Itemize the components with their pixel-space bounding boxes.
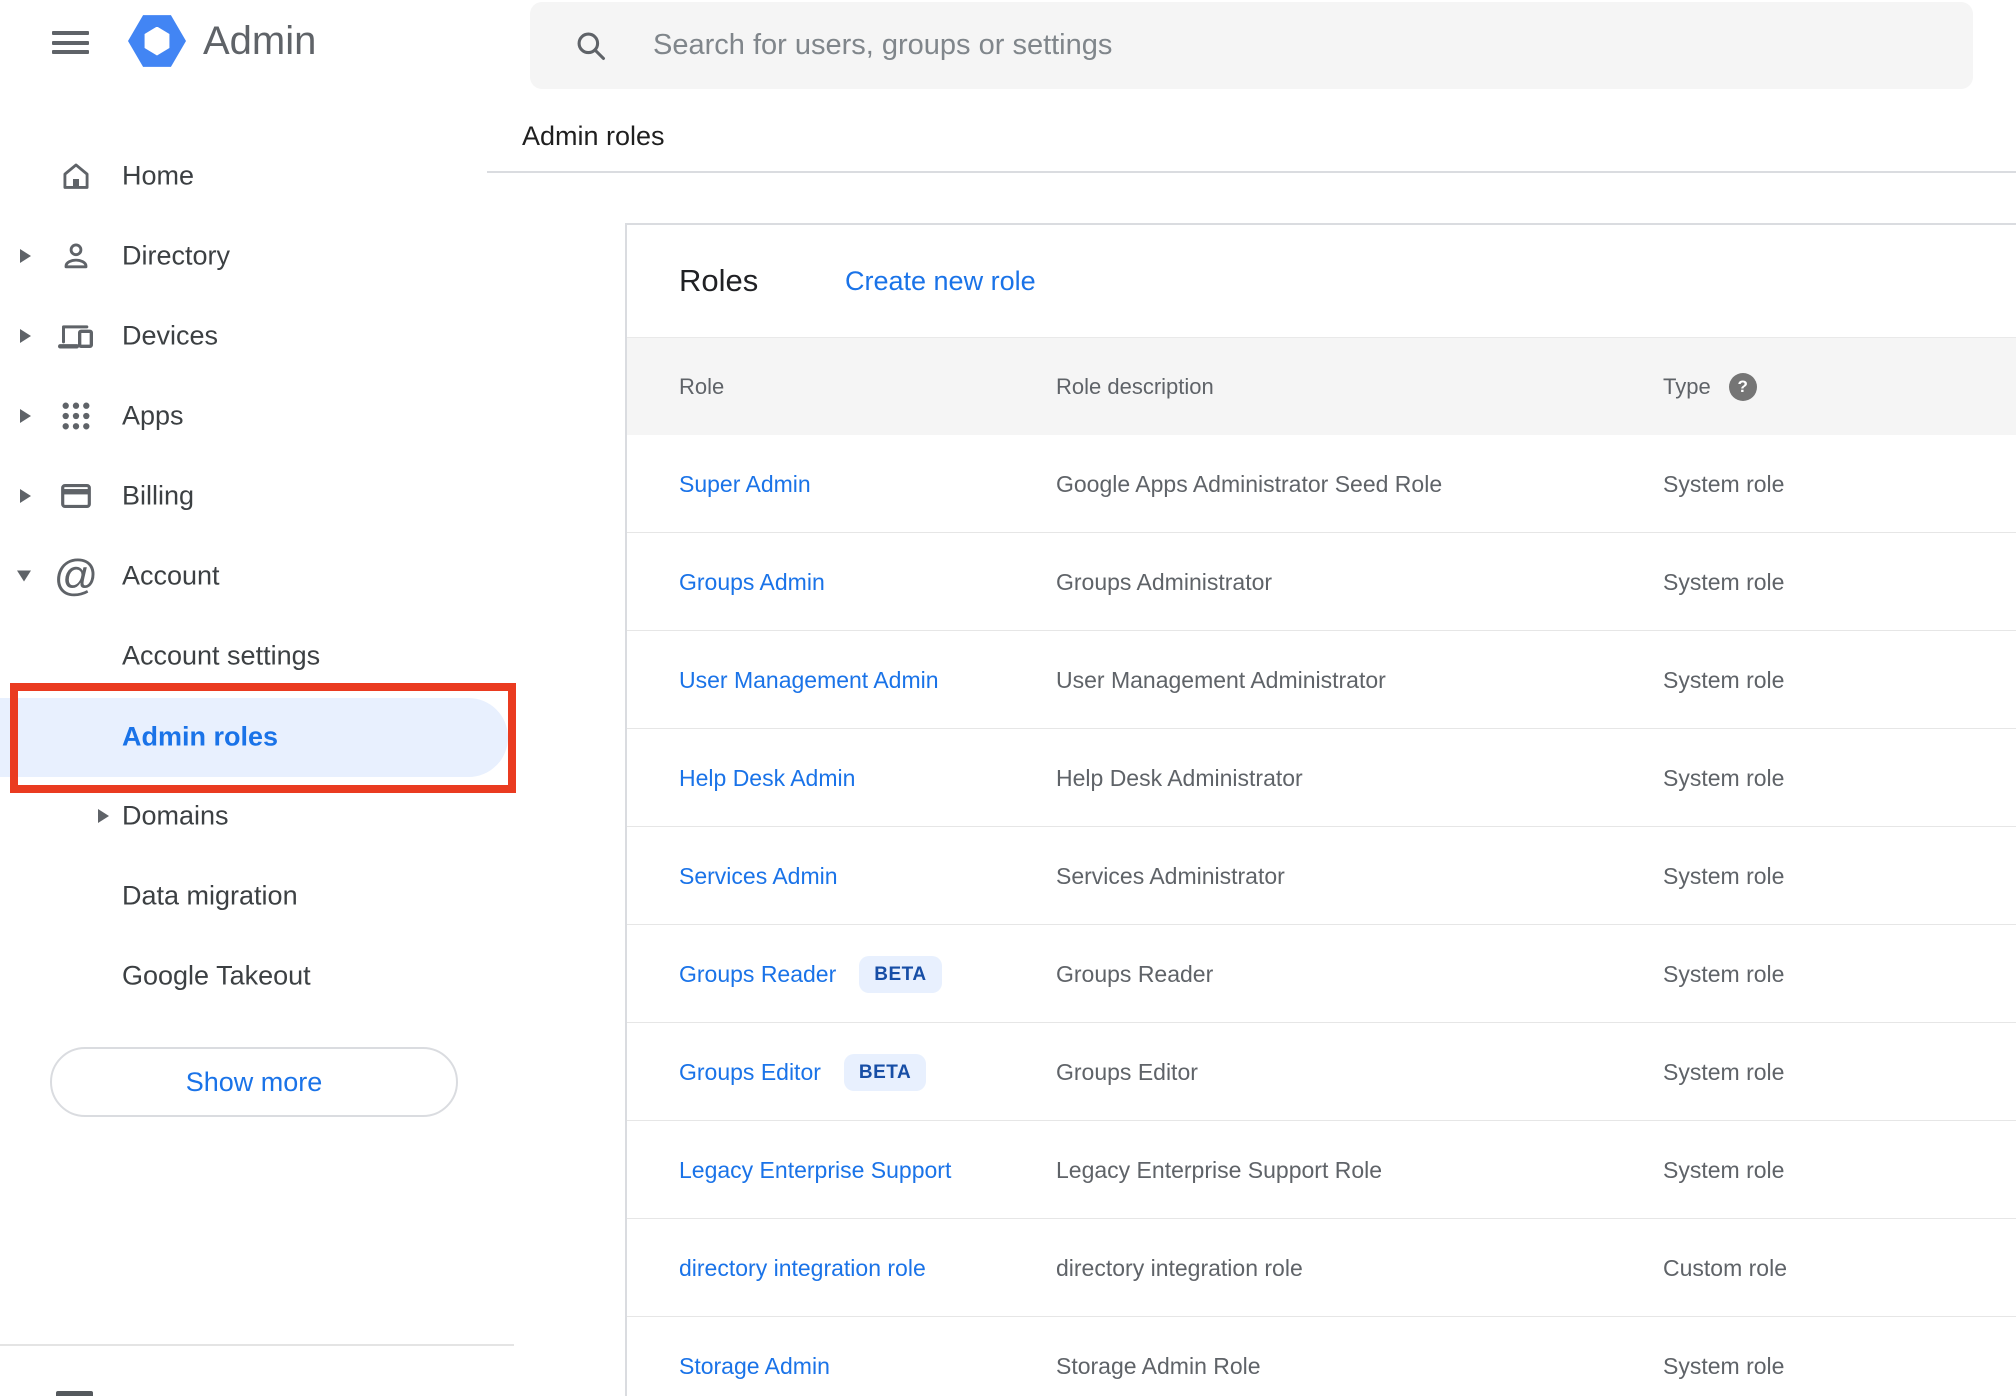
search-input[interactable]	[651, 28, 1851, 63]
at-icon: @	[53, 551, 99, 600]
role-type: System role	[1663, 1352, 1785, 1379]
table-row: Groups Reader BETA Groups Reader System r…	[627, 925, 2016, 1023]
sidebar-item-label: Data migration	[122, 880, 298, 911]
devices-icon	[56, 316, 96, 356]
role-link[interactable]: User Management Admin	[679, 667, 939, 694]
billing-card-icon	[56, 476, 96, 516]
sidebar-item-data-migration[interactable]: Data migration	[0, 856, 514, 936]
hamburger-menu-icon[interactable]	[52, 31, 89, 54]
role-type: System role	[1663, 764, 1785, 791]
role-description: Groups Reader	[1056, 960, 1214, 987]
expand-arrow-icon[interactable]	[20, 489, 31, 503]
sidebar-item-google-takeout[interactable]: Google Takeout	[0, 936, 514, 1016]
role-description: User Management Administrator	[1056, 666, 1386, 693]
table-row: directory integration role directory int…	[627, 1219, 2016, 1317]
sidebar-bottom-divider	[0, 1344, 514, 1346]
role-type: System role	[1663, 568, 1785, 595]
collapse-arrow-icon[interactable]	[17, 570, 31, 582]
beta-badge: BETA	[843, 1053, 927, 1091]
table-header-row: Role Role description Type ?	[627, 337, 2016, 435]
home-icon	[56, 156, 96, 196]
column-header-role-description: Role description	[1056, 374, 1214, 399]
sidebar-item-label: Domains	[122, 800, 229, 831]
column-header-type: Type ?	[1663, 338, 1757, 436]
column-header-role: Role	[679, 374, 725, 399]
role-link[interactable]: directory integration role	[679, 1255, 926, 1282]
clipped-bottom-icon	[56, 1391, 93, 1396]
role-description: Services Administrator	[1056, 862, 1285, 889]
breadcrumb: Admin roles	[522, 121, 665, 151]
help-icon[interactable]: ?	[1728, 373, 1757, 401]
expand-arrow-icon[interactable]	[98, 809, 109, 823]
role-description: Groups Editor	[1056, 1058, 1198, 1085]
sidebar: Admin Home Directory Devices Apps Billin…	[0, 0, 516, 1396]
brand-title: Admin	[203, 18, 317, 63]
role-link[interactable]: Help Desk Admin	[679, 765, 855, 792]
table-row: Super Admin Google Apps Administrator Se…	[627, 435, 2016, 533]
sidebar-item-label: Account settings	[122, 640, 321, 671]
roles-card-title: Roles	[679, 263, 759, 298]
sidebar-item-label: Google Takeout	[122, 960, 311, 991]
role-link[interactable]: Groups Editor	[679, 1059, 821, 1086]
role-type: System role	[1663, 960, 1785, 987]
expand-arrow-icon[interactable]	[20, 249, 31, 263]
sidebar-item-label: Billing	[122, 480, 195, 511]
role-description: Groups Administrator	[1056, 568, 1273, 595]
create-new-role-link[interactable]: Create new role	[845, 225, 1036, 337]
table-row: Help Desk Admin Help Desk Administrator …	[627, 729, 2016, 827]
person-icon	[56, 236, 96, 276]
table-row: Groups Admin Groups Administrator System…	[627, 533, 2016, 631]
role-description: directory integration role	[1056, 1254, 1303, 1281]
roles-table-body: Super Admin Google Apps Administrator Se…	[627, 435, 2016, 1396]
role-description: Legacy Enterprise Support Role	[1056, 1156, 1383, 1183]
table-row: User Management Admin User Management Ad…	[627, 631, 2016, 729]
table-row: Services Admin Services Administrator Sy…	[627, 827, 2016, 925]
role-link[interactable]: Storage Admin	[679, 1353, 830, 1380]
roles-card: Roles Create new role Role Role descript…	[625, 223, 2016, 1396]
sidebar-item-directory[interactable]: Directory	[0, 216, 514, 296]
role-description: Help Desk Administrator	[1056, 764, 1303, 791]
table-row: Legacy Enterprise Support Legacy Enterpr…	[627, 1121, 2016, 1219]
role-description: Google Apps Administrator Seed Role	[1056, 470, 1443, 497]
role-link[interactable]: Legacy Enterprise Support	[679, 1157, 951, 1184]
sidebar-item-label: Home	[122, 160, 195, 191]
role-description: Storage Admin Role	[1056, 1352, 1261, 1379]
role-link[interactable]: Services Admin	[679, 863, 838, 890]
apps-grid-icon	[56, 396, 96, 436]
sidebar-item-apps[interactable]: Apps	[0, 376, 514, 456]
admin-logo-icon	[128, 15, 186, 67]
brand: Admin	[128, 14, 316, 68]
header-divider	[487, 171, 2016, 173]
table-row: Groups Editor BETA Groups Editor System r…	[627, 1023, 2016, 1121]
beta-badge: BETA	[859, 955, 942, 993]
role-link[interactable]: Groups Admin	[679, 569, 825, 596]
show-more-button[interactable]: Show more	[50, 1047, 458, 1117]
sidebar-item-devices[interactable]: Devices	[0, 296, 514, 376]
sidebar-item-domains[interactable]: Domains	[0, 776, 514, 856]
sidebar-item-account[interactable]: @ Account	[0, 536, 514, 616]
search-bar[interactable]	[530, 2, 1973, 89]
sidebar-item-label: Account	[122, 560, 220, 591]
role-type: System role	[1663, 1058, 1785, 1085]
sidebar-item-label: Directory	[122, 240, 231, 271]
role-link[interactable]: Groups Reader	[679, 961, 836, 988]
role-type: Custom role	[1663, 1254, 1787, 1281]
expand-arrow-icon[interactable]	[20, 329, 31, 343]
role-type: System role	[1663, 470, 1785, 497]
expand-arrow-icon[interactable]	[20, 409, 31, 423]
role-link[interactable]: Super Admin	[679, 471, 811, 498]
table-row: Storage Admin Storage Admin Role System …	[627, 1317, 2016, 1396]
role-type: System role	[1663, 1156, 1785, 1183]
sidebar-item-billing[interactable]: Billing	[0, 456, 514, 536]
search-icon	[572, 27, 609, 64]
sidebar-item-label: Apps	[122, 400, 184, 431]
admin-console-screen: Admin Home Directory Devices Apps Billin…	[0, 0, 2016, 1396]
role-type: System role	[1663, 666, 1785, 693]
sidebar-item-label: Devices	[122, 320, 219, 351]
role-type: System role	[1663, 862, 1785, 889]
sidebar-item-home[interactable]: Home	[0, 136, 514, 216]
